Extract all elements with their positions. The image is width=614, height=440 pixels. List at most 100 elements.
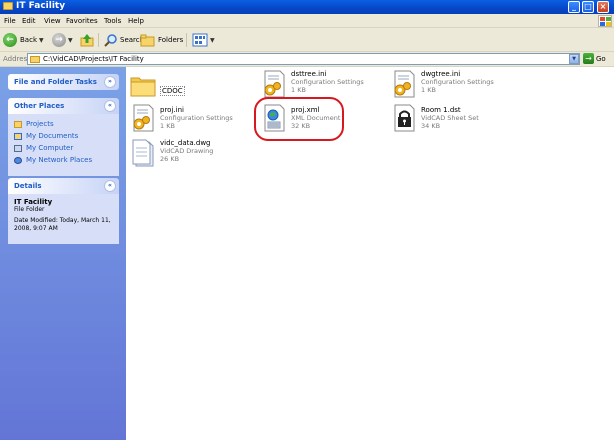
details-name: IT Facility (14, 198, 53, 206)
place-label: My Documents (26, 132, 79, 140)
menu-bar: File Edit View Favorites Tools Help (0, 14, 614, 28)
maximize-button[interactable]: □ (582, 1, 594, 13)
menu-view[interactable]: View (44, 17, 61, 25)
file-size: 26 KB (160, 155, 180, 163)
place-label: My Network Places (26, 156, 93, 164)
windows-logo-icon (598, 15, 612, 27)
file-item[interactable]: CDOC (130, 72, 230, 102)
search-icon (104, 34, 117, 47)
place-label: My Computer (26, 144, 74, 152)
menu-help[interactable]: Help (128, 17, 144, 25)
forward-button[interactable]: → ▼ (52, 32, 73, 48)
search-button[interactable]: Search (104, 32, 144, 48)
go-arrow-icon: → (583, 53, 594, 64)
chevron-down-icon: ▼ (68, 36, 73, 44)
file-name: Room 1.dst (421, 106, 461, 114)
views-button[interactable]: ▼ (192, 32, 215, 48)
back-button[interactable]: ← Back ▼ (3, 32, 44, 48)
file-item[interactable]: dsttree.ini Configuration Settings 1 KB (261, 70, 371, 100)
address-bar: Address C:\VidCAD\Projects\IT Facility ▼… (0, 52, 614, 67)
expand-chevron-icon[interactable]: » (104, 76, 116, 88)
file-item[interactable]: dwgtree.ini Configuration Settings 1 KB (391, 70, 501, 100)
folders-label: Folders (158, 36, 184, 44)
my-documents-icon (14, 132, 22, 140)
menu-file[interactable]: File (4, 17, 16, 25)
place-my-documents[interactable]: My Documents (14, 130, 113, 142)
menu-tools[interactable]: Tools (104, 17, 121, 25)
file-type: Configuration Settings (291, 78, 364, 86)
close-button[interactable]: × (597, 1, 609, 13)
folders-icon (140, 34, 155, 47)
place-label: Projects (26, 120, 54, 128)
toolbar-divider (186, 33, 187, 47)
highlight-circle (254, 97, 344, 141)
forward-arrow-icon: → (52, 33, 66, 47)
panel-title: File and Folder Tasks (14, 78, 97, 86)
other-places-body: Projects My Documents My Computer My Net… (8, 114, 119, 176)
window-title: IT Facility (16, 1, 66, 11)
config-settings-icon (394, 70, 415, 98)
file-type: Configuration Settings (160, 114, 233, 122)
file-type: Configuration Settings (421, 78, 494, 86)
details-type: File Folder (14, 206, 45, 213)
file-item[interactable]: vidc_data.dwg VidCAD Drawing 26 KB (130, 139, 240, 169)
menu-edit[interactable]: Edit (22, 17, 36, 25)
config-settings-icon (264, 70, 285, 98)
back-label: Back (20, 36, 37, 44)
details-header[interactable]: Details « (8, 178, 119, 194)
file-size: 1 KB (160, 122, 175, 130)
task-pane: File and Folder Tasks » Other Places « P… (0, 67, 126, 440)
up-folder-button[interactable] (80, 32, 94, 48)
up-folder-icon (80, 34, 94, 47)
file-folder-tasks-panel: File and Folder Tasks » (8, 74, 119, 90)
folder-icon (130, 77, 156, 97)
folders-button[interactable]: Folders (140, 32, 183, 48)
panel-title: Other Places (14, 102, 65, 110)
file-name: vidc_data.dwg (160, 139, 211, 147)
folder-icon (14, 120, 22, 128)
file-type: VidCAD Sheet Set (421, 114, 479, 122)
back-arrow-icon: ← (3, 33, 17, 47)
title-bar: IT Facility _ □ × (0, 0, 614, 14)
views-icon (192, 33, 208, 47)
address-path: C:\VidCAD\Projects\IT Facility (43, 55, 144, 63)
details-date-modified: Date Modified: Today, March 11, 2008, 9:… (14, 217, 111, 232)
place-my-computer[interactable]: My Computer (14, 142, 113, 154)
address-input[interactable]: C:\VidCAD\Projects\IT Facility ▼ (27, 53, 580, 65)
address-dropdown-button[interactable]: ▼ (569, 54, 579, 64)
details-body: IT Facility File Folder Date Modified: T… (8, 194, 119, 244)
file-item[interactable]: Room 1.dst VidCAD Sheet Set 34 KB (391, 104, 501, 134)
panel-title: Details (14, 182, 42, 190)
file-size: 1 KB (421, 86, 436, 94)
go-label: Go (596, 54, 606, 63)
menu-favorites[interactable]: Favorites (66, 17, 98, 25)
details-panel: Details « IT Facility File Folder Date M… (8, 178, 119, 244)
toolbar-divider (98, 33, 99, 47)
other-places-header[interactable]: Other Places « (8, 98, 119, 114)
my-computer-icon (14, 144, 22, 152)
file-size: 1 KB (291, 86, 306, 94)
folder-icon (3, 2, 13, 10)
network-places-icon (14, 156, 22, 164)
file-view: CDOC dsttree.ini Configuration Settings … (126, 67, 614, 440)
chevron-down-icon: ▼ (210, 36, 215, 44)
collapse-chevron-icon[interactable]: « (104, 180, 116, 192)
go-button[interactable]: → Go (583, 53, 606, 64)
config-settings-icon (133, 104, 154, 132)
minimize-button[interactable]: _ (568, 1, 580, 13)
file-name: CDOC (160, 86, 185, 96)
collapse-chevron-icon[interactable]: « (104, 100, 116, 112)
file-folder-tasks-header[interactable]: File and Folder Tasks » (8, 74, 119, 90)
file-name: dwgtree.ini (421, 70, 461, 78)
file-name: proj.ini (160, 106, 184, 114)
chevron-down-icon: ▼ (39, 36, 44, 44)
file-item[interactable]: proj.ini Configuration Settings 1 KB (130, 104, 240, 134)
file-name: dsttree.ini (291, 70, 327, 78)
folder-icon (30, 56, 40, 63)
place-my-network-places[interactable]: My Network Places (14, 154, 113, 166)
toolbar: ← Back ▼ → ▼ Search Folders ▼ (0, 28, 614, 52)
place-projects[interactable]: Projects (14, 118, 113, 130)
file-type: VidCAD Drawing (160, 147, 214, 155)
other-places-panel: Other Places « Projects My Documents My … (8, 98, 119, 176)
drawing-file-icon (132, 139, 154, 167)
